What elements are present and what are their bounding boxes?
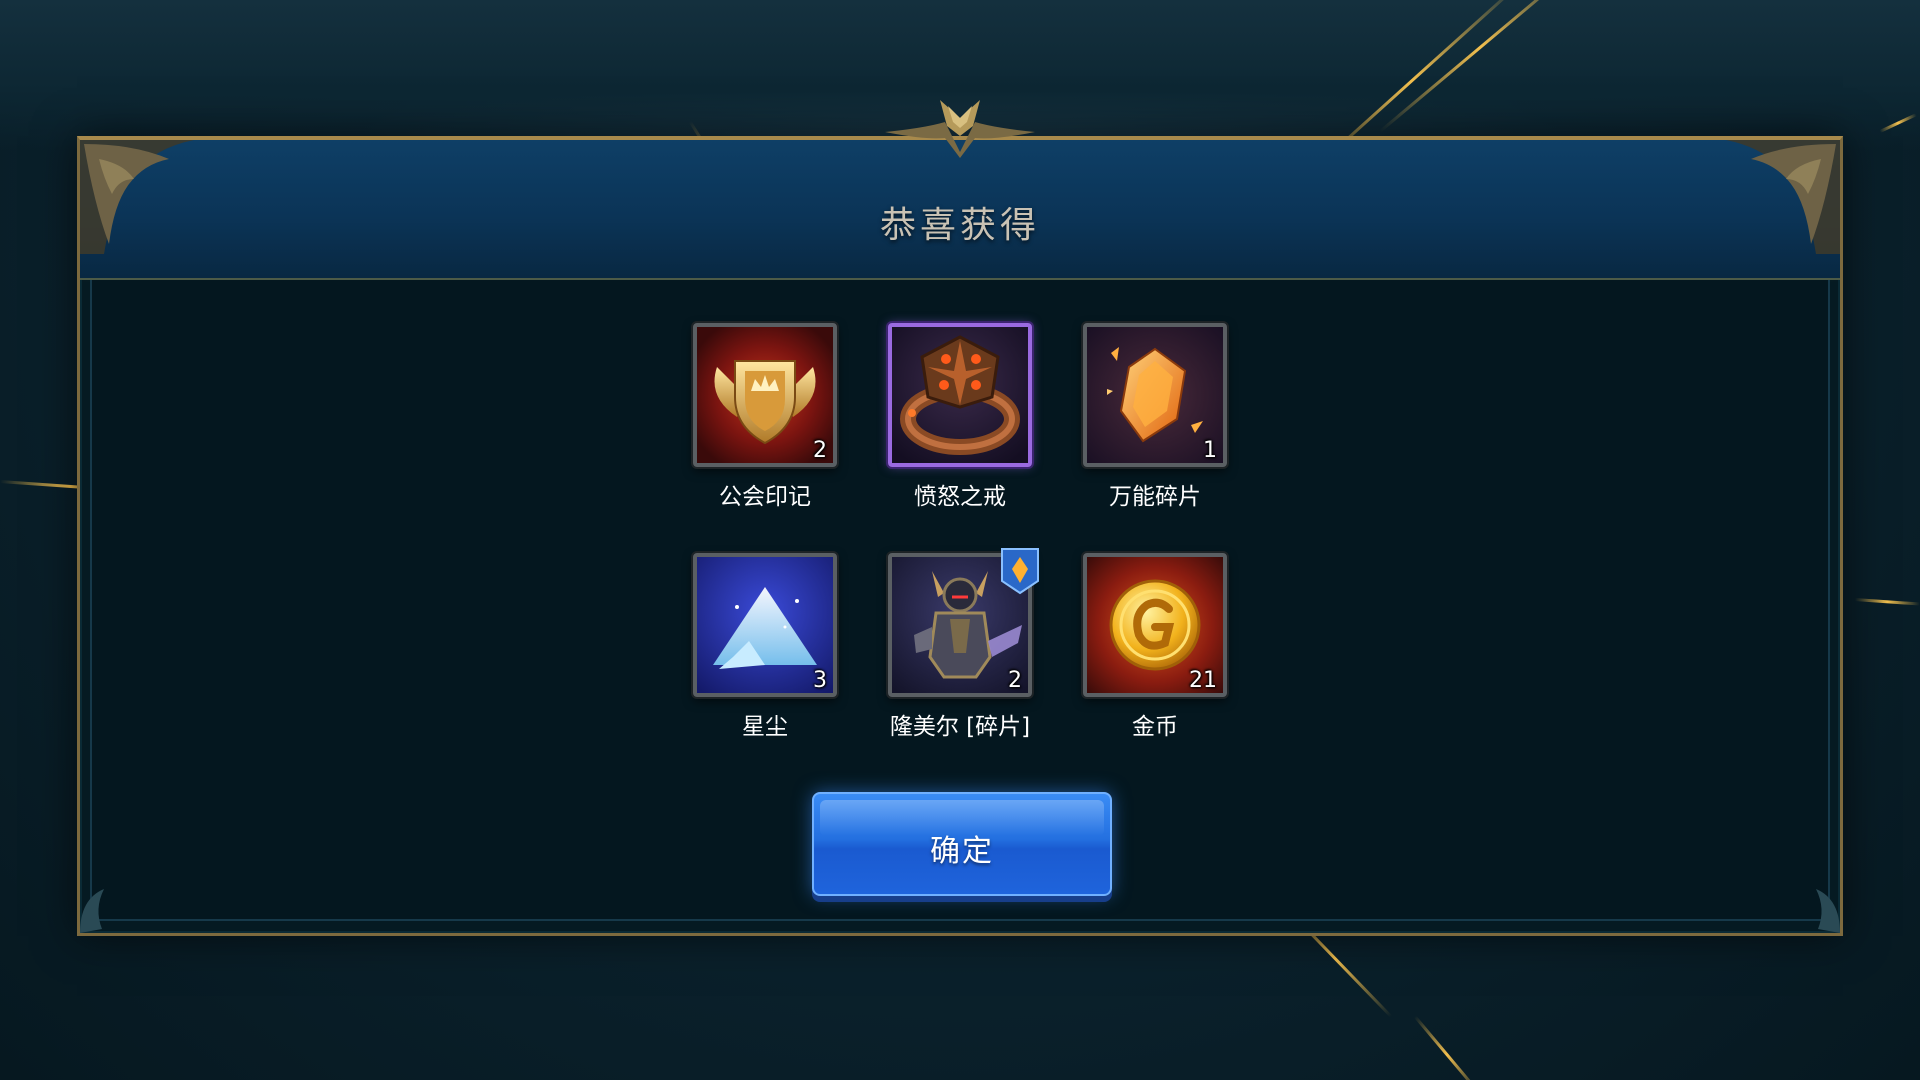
reward-count: 1 bbox=[1203, 438, 1217, 463]
reward-name: 星尘 bbox=[742, 714, 788, 740]
reward-count: 21 bbox=[1189, 668, 1217, 693]
reward-screen: 恭喜获得 2 公会印记 愤怒之戒 1 万能碎片 3 星尘 2 隆美尔 [碎片] … bbox=[0, 0, 1920, 1080]
reward-name: 愤怒之戒 bbox=[914, 484, 1006, 510]
reward-item-universal-shard[interactable]: 1 万能碎片 bbox=[1055, 323, 1255, 523]
reward-count: 2 bbox=[1008, 668, 1022, 693]
hero-shard-badge-icon bbox=[1001, 548, 1039, 595]
confirm-button[interactable]: 确定 bbox=[812, 792, 1112, 896]
reward-item-ring-of-wrath[interactable]: 愤怒之戒 bbox=[860, 323, 1060, 523]
reward-count: 3 bbox=[813, 668, 827, 693]
reward-count: 2 bbox=[813, 438, 827, 463]
dialog-title: 恭喜获得 bbox=[879, 205, 1040, 246]
crest-emblem-icon bbox=[885, 100, 1035, 158]
reward-name: 隆美尔 [碎片] bbox=[889, 714, 1031, 740]
reward-item-guild-emblem[interactable]: 2 公会印记 bbox=[665, 323, 865, 523]
reward-name: 金币 bbox=[1132, 714, 1178, 740]
reward-item-stardust[interactable]: 3 星尘 bbox=[665, 553, 865, 753]
corner-ornament-icon bbox=[80, 889, 104, 933]
reward-item-hero-fragment[interactable]: 2 隆美尔 [碎片] bbox=[860, 548, 1060, 753]
reward-tile: 1 bbox=[1083, 323, 1227, 467]
reward-tile: 2 bbox=[693, 323, 837, 467]
reward-tile bbox=[888, 323, 1032, 467]
light-streak bbox=[1854, 598, 1920, 606]
confirm-button-label: 确定 bbox=[930, 834, 994, 869]
ring-of-wrath-icon bbox=[892, 327, 1028, 463]
corner-ornament-icon bbox=[1816, 889, 1840, 933]
light-streak bbox=[1413, 1015, 1481, 1080]
reward-name: 万能碎片 bbox=[1109, 484, 1201, 510]
reward-item-gold-coin[interactable]: 21 金币 bbox=[1055, 553, 1255, 753]
reward-tile: 3 bbox=[693, 553, 837, 697]
reward-name: 公会印记 bbox=[719, 484, 811, 510]
reward-tile: 21 bbox=[1083, 553, 1227, 697]
